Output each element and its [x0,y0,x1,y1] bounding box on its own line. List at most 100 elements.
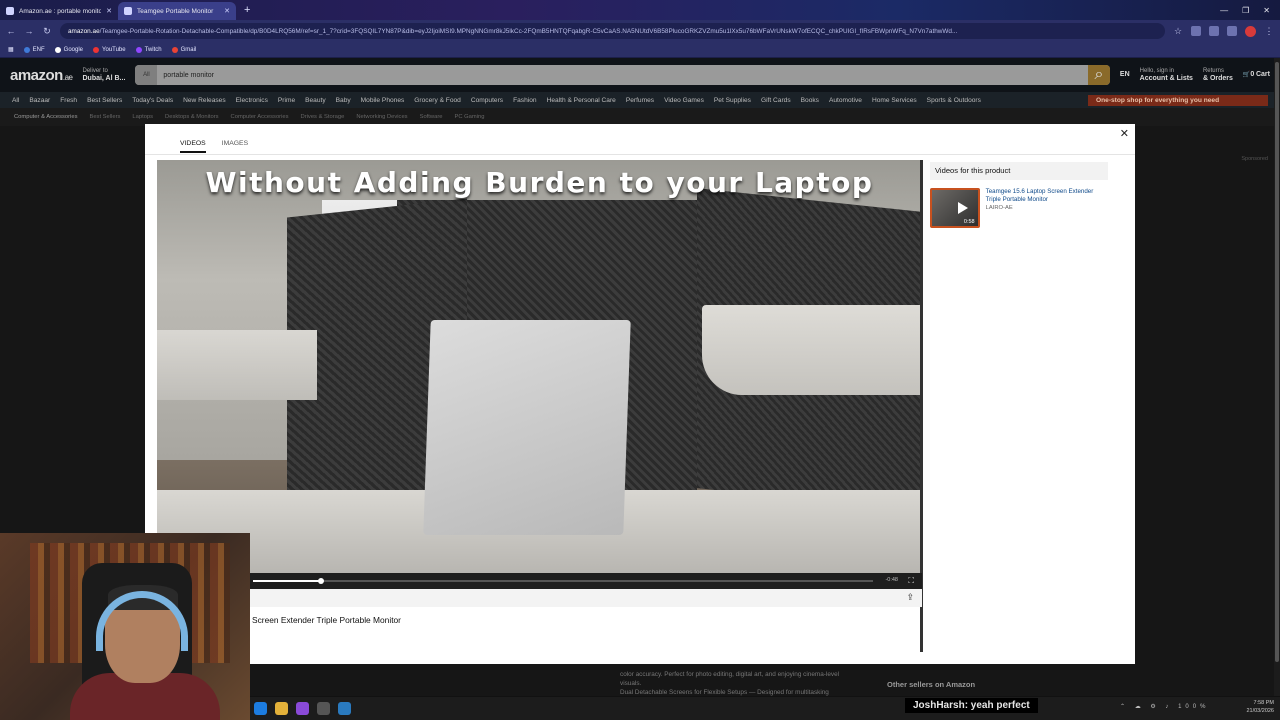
menu-kebab-icon[interactable]: ⋮ [1264,26,1274,37]
nav-item[interactable]: Fashion [513,97,536,104]
bookmark-gmail[interactable]: Gmail [171,46,196,53]
search-icon[interactable]: ⌕ [1087,65,1110,85]
nav-item[interactable]: Sports & Outdoors [927,97,981,104]
amazon-header: amazon.ae Deliver to Dubai, Al B... All p… [0,58,1280,92]
nav-item[interactable]: Bazaar [29,97,50,104]
nav-item[interactable]: Video Games [664,97,704,104]
subnav-item[interactable]: Drives & Storage [301,114,345,120]
scrollbar-thumb[interactable] [1275,62,1279,662]
subnav-item[interactable]: Software [420,114,443,120]
reload-icon[interactable]: ↻ [42,26,52,37]
cart[interactable]: 🛒0 Cart [1243,71,1270,79]
product-description: color accuracy. Perfect for photo editin… [620,671,840,696]
profile-avatar[interactable] [1245,25,1256,37]
amazon-logo[interactable]: amazon.ae [10,67,73,84]
promo-banner[interactable]: One-stop shop for everything you need [1088,94,1268,106]
related-video-item[interactable]: 0:58 Teamgee 15.6 Laptop Screen Extender… [930,188,1108,228]
subnav-item[interactable]: PC Gaming [454,114,484,120]
tab-label: Amazon.ae : portable monitor [19,7,102,15]
tab-images[interactable]: IMAGES [222,140,248,153]
app-icon[interactable] [296,702,309,715]
page-scrollbar[interactable] [1274,58,1280,696]
system-clock[interactable]: 7:58 PM 21/03/2026 [1246,699,1274,715]
bookmark-star-icon[interactable]: ☆ [1173,26,1183,37]
tab-videos[interactable]: VIDEOS [180,140,206,153]
close-tab-icon[interactable]: ✕ [224,7,230,15]
bookmark-twitch[interactable]: Twitch [135,46,162,53]
share-icon[interactable]: ⇪ [906,592,914,603]
search-category-select[interactable]: All [135,65,158,85]
minimize-icon[interactable]: — [1220,6,1228,15]
video-footer-bar: ⇪ [157,589,922,607]
nav-item[interactable]: Gift Cards [761,97,791,104]
nav-item[interactable]: Prime [278,97,295,104]
extensions-puzzle-icon[interactable] [1209,26,1219,36]
subnav-item[interactable]: Computer & Accessories [14,114,77,120]
chrome-icon[interactable] [275,702,288,715]
returns-orders[interactable]: Returns & Orders [1203,67,1233,83]
bookmark-enf[interactable]: ENF [23,46,45,53]
maximize-icon[interactable]: ❐ [1242,6,1249,15]
video-controls: -0:48 ⛶ [157,573,922,589]
bookmarks-bar: ▦ ENF Google YouTube Twitch Gmail [0,42,1280,58]
extension-icon[interactable] [1191,26,1201,36]
close-icon[interactable]: ✕ [1120,127,1129,140]
deliver-to[interactable]: Deliver to Dubai, Al B... [82,67,125,83]
close-window-icon[interactable]: ✕ [1263,6,1270,15]
address-bar[interactable]: amazon.ae/Teamgee-Portable-Rotation-Deta… [60,23,1165,39]
language-select[interactable]: EN [1120,71,1130,79]
subnav-item[interactable]: Laptops [132,114,153,120]
nav-item[interactable]: Beauty [305,97,326,104]
new-tab-button[interactable]: + [236,4,258,16]
video-player[interactable]: Without Adding Burden to your Laptop [157,160,922,573]
media-modal: ✕ VIDEOS IMAGES Without Adding Burden to… [145,124,1135,664]
tab-teamgee-product[interactable]: Teamgee Portable Monitor ✕ [118,2,236,20]
obs-icon[interactable] [317,702,330,715]
youtube-icon [93,46,100,53]
nav-item[interactable]: All [12,97,19,104]
related-videos-panel: Videos for this product 0:58 Teamgee 15.… [930,162,1108,228]
file-explorer-icon[interactable] [338,702,351,715]
nav-item[interactable]: Computers [471,97,503,104]
back-icon[interactable]: ← [6,26,16,36]
nav-item[interactable]: Perfumes [626,97,654,104]
search-input[interactable]: portable monitor [157,72,1088,79]
nav-item[interactable]: Best Sellers [87,97,122,104]
bookmark-youtube[interactable]: YouTube [93,46,126,53]
nav-item[interactable]: New Releases [183,97,226,104]
video-progress-knob[interactable] [318,578,325,584]
subnav-item[interactable]: Desktops & Monitors [165,114,218,120]
video-thumbnail[interactable]: 0:58 [930,188,980,228]
nav-item[interactable]: Today's Deals [132,97,173,104]
subnav-item[interactable]: Best Sellers [89,114,120,120]
nav-item[interactable]: Books [801,97,819,104]
nav-item[interactable]: Fresh [60,97,77,104]
nav-item[interactable]: Mobile Phones [361,97,405,104]
account-lists[interactable]: Hello, sign in Account & Lists [1140,67,1193,83]
tab-amazon-search[interactable]: Amazon.ae : portable monitor ✕ [0,2,118,20]
download-icon[interactable] [1227,26,1237,36]
apps-grid-icon[interactable]: ▦ [8,46,14,53]
twitch-icon [135,46,142,53]
forward-icon[interactable]: → [24,26,34,36]
subnav-item[interactable]: Networking Devices [356,114,407,120]
nav-item[interactable]: Home Services [872,97,917,104]
related-video-title[interactable]: Teamgee 15.6 Laptop Screen Extender Trip… [986,188,1108,204]
window-controls: — ❐ ✕ [1220,6,1280,15]
nav-item[interactable]: Baby [336,97,351,104]
bookmark-google[interactable]: Google [54,46,83,53]
video-progress-bar[interactable] [253,578,873,584]
video-caption: Without Adding Burden to your Laptop [205,166,874,199]
media-tabs: VIDEOS IMAGES [180,140,248,153]
nav-item[interactable]: Electronics [236,97,268,104]
system-tray-icons[interactable]: ⌃ ☁ ⚙ ♪ 100% [1120,703,1209,710]
fullscreen-icon[interactable]: ⛶ [908,576,914,586]
nav-item[interactable]: Pet Supplies [714,97,751,104]
nav-item[interactable]: Grocery & Food [414,97,461,104]
clock-time: 7:58 PM [1253,700,1274,706]
nav-item[interactable]: Health & Personal Care [547,97,616,104]
nav-item[interactable]: Automotive [829,97,862,104]
close-tab-icon[interactable]: ✕ [106,7,112,15]
subnav-item[interactable]: Computer Accessories [231,114,289,120]
edge-icon[interactable] [254,702,267,715]
